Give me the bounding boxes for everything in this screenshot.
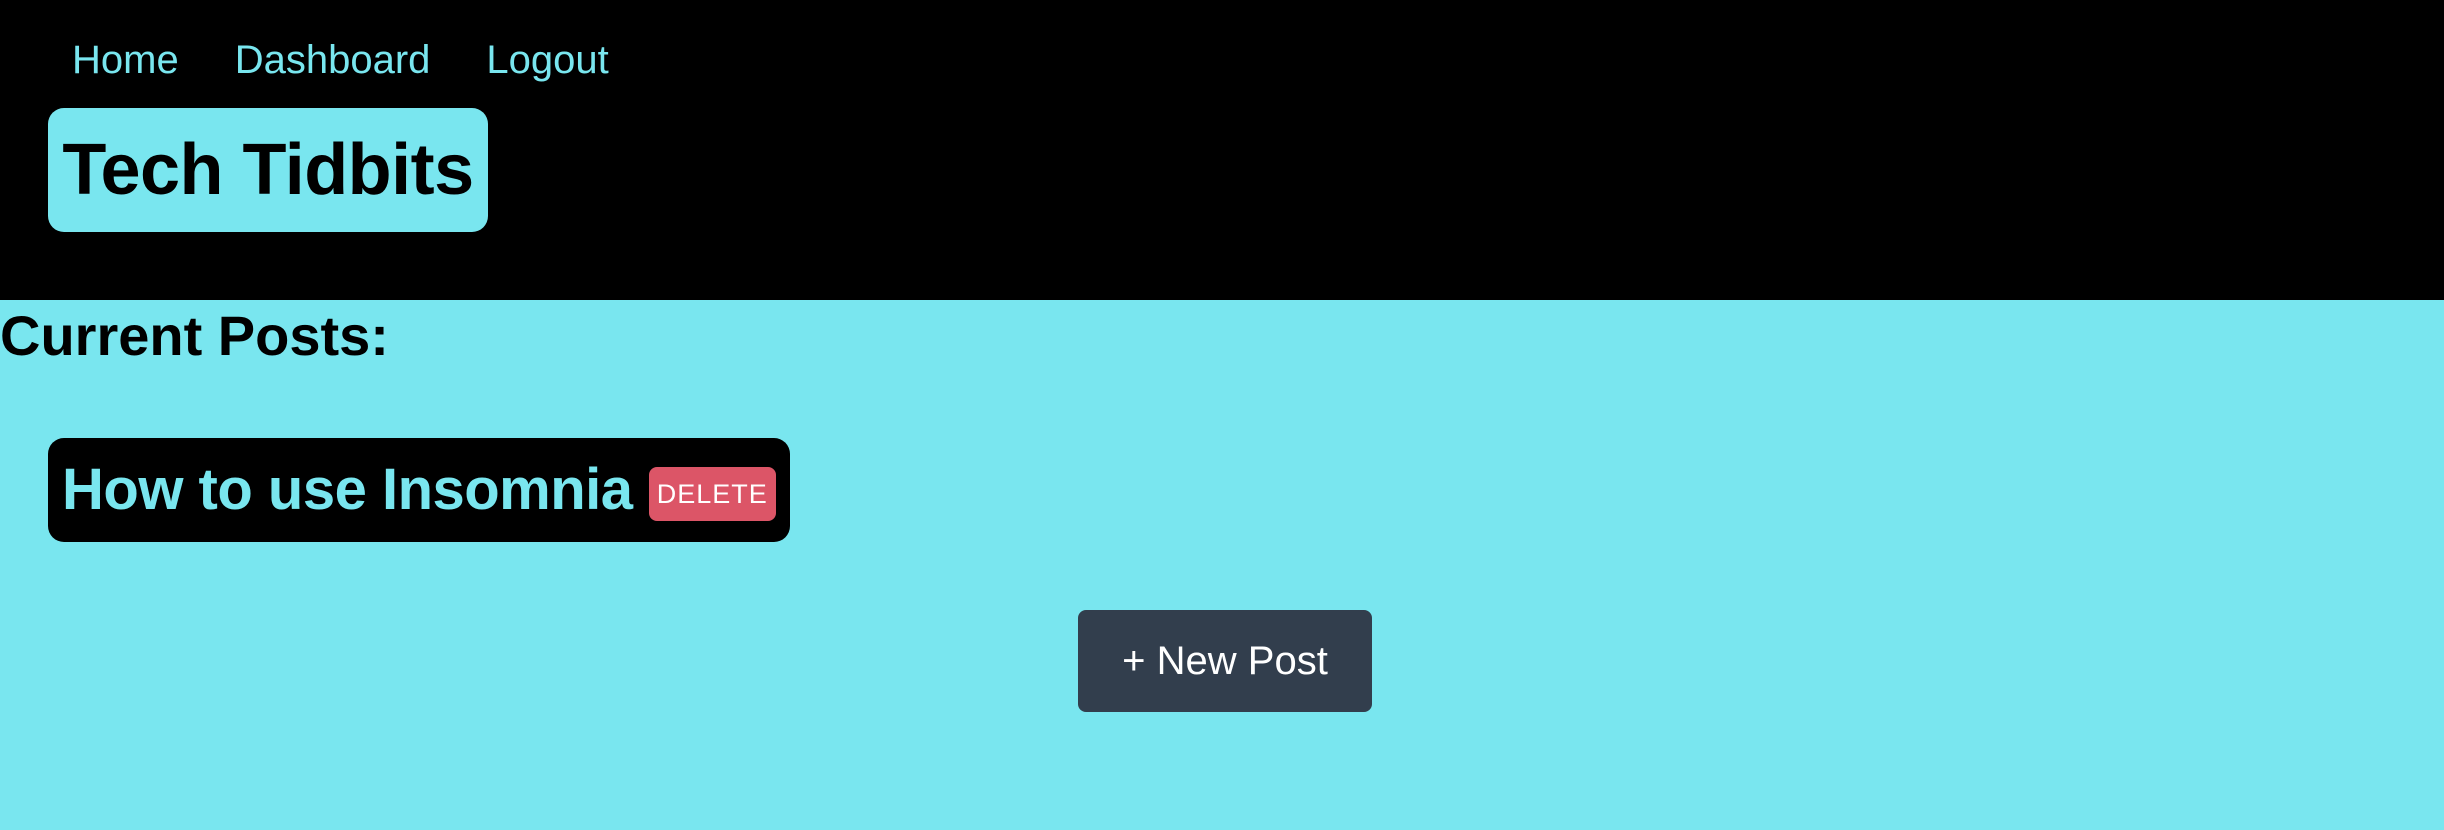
nav-link-dashboard[interactable]: Dashboard bbox=[235, 28, 431, 92]
site-title: Tech Tidbits bbox=[62, 130, 474, 210]
new-post-button[interactable]: + New Post bbox=[1078, 610, 1372, 712]
nav-link-home[interactable]: Home bbox=[72, 28, 179, 92]
site-title-box: Tech Tidbits bbox=[48, 108, 488, 232]
main-nav: Home Dashboard Logout bbox=[72, 28, 609, 92]
section-title: Current Posts: bbox=[0, 304, 389, 367]
post-card: How to use Insomnia DELETE bbox=[48, 438, 790, 542]
delete-post-button[interactable]: DELETE bbox=[648, 467, 776, 521]
nav-link-logout[interactable]: Logout bbox=[486, 28, 608, 92]
post-title-link[interactable]: How to use Insomnia bbox=[62, 438, 633, 542]
site-header: Home Dashboard Logout Tech Tidbits bbox=[0, 0, 2444, 300]
